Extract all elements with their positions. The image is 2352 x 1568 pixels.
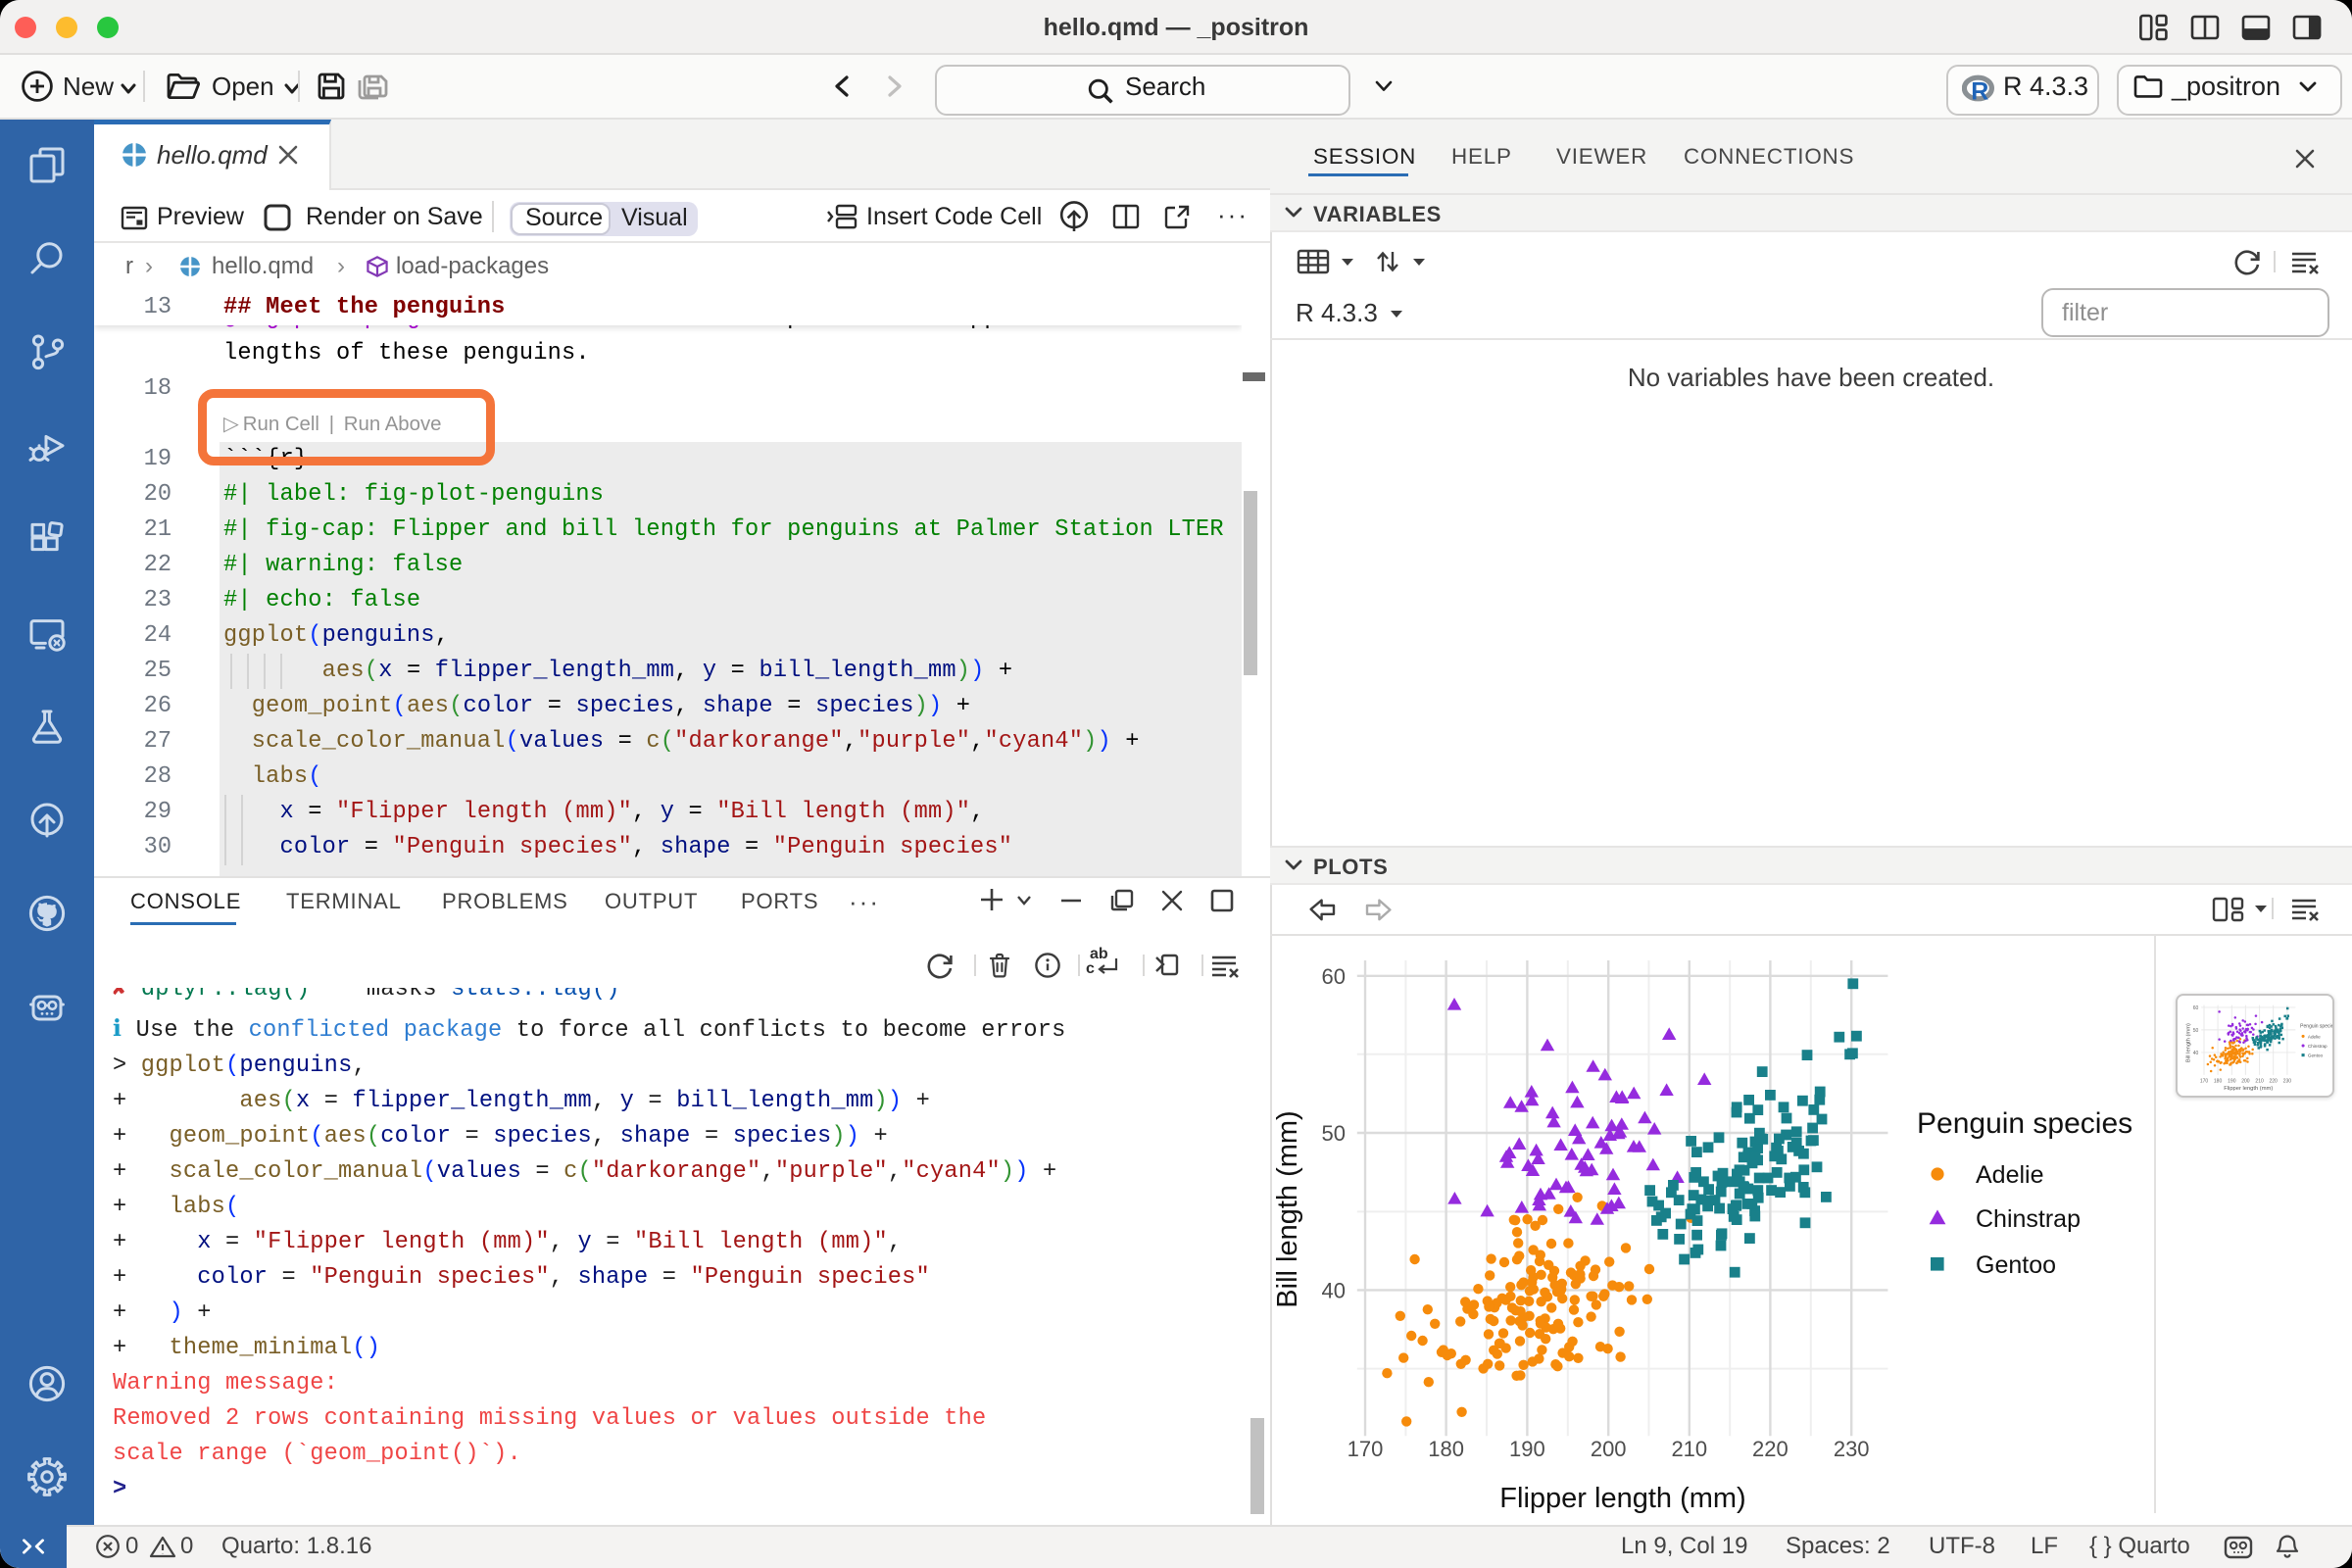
svg-text:Penguin species: Penguin species (1917, 1107, 2132, 1140)
svg-text:Gentoo: Gentoo (1976, 1251, 2056, 1279)
svg-text:50: 50 (2193, 1028, 2199, 1034)
svg-text:180: 180 (1428, 1437, 1464, 1461)
svg-text:Gentoo: Gentoo (2308, 1054, 2324, 1058)
svg-text:40: 40 (2193, 1051, 2199, 1056)
svg-text:230: 230 (2283, 1079, 2292, 1085)
svg-text:230: 230 (1834, 1437, 1870, 1461)
svg-text:200: 200 (1591, 1437, 1627, 1461)
svg-text:Penguin species: Penguin species (2300, 1024, 2334, 1030)
svg-text:Chinstrap: Chinstrap (1976, 1205, 2081, 1233)
svg-text:Adelie: Adelie (2308, 1034, 2321, 1039)
svg-text:210: 210 (1671, 1437, 1707, 1461)
svg-text:R: R (1971, 78, 1988, 104)
svg-text:Chinstrap: Chinstrap (2308, 1044, 2328, 1049)
svg-text:60: 60 (2193, 1005, 2199, 1011)
svg-text:180: 180 (2214, 1079, 2223, 1085)
svg-text:220: 220 (2269, 1079, 2278, 1085)
svg-text:Flipper length (mm): Flipper length (mm) (2224, 1086, 2273, 1092)
svg-text:40: 40 (1322, 1278, 1346, 1302)
svg-text:210: 210 (2255, 1079, 2264, 1085)
svg-text:Flipper length (mm): Flipper length (mm) (1499, 1483, 1745, 1513)
svg-text:220: 220 (1752, 1437, 1788, 1461)
svg-text:50: 50 (1322, 1121, 1346, 1146)
svg-text:170: 170 (2200, 1079, 2209, 1085)
svg-text:60: 60 (1322, 964, 1346, 989)
svg-text:190: 190 (2228, 1079, 2236, 1085)
svg-text:Bill length (mm): Bill length (mm) (2186, 1023, 2192, 1062)
svg-text:170: 170 (1348, 1437, 1384, 1461)
svg-text:190: 190 (1509, 1437, 1545, 1461)
svg-text:Adelie: Adelie (1976, 1161, 2044, 1189)
svg-text:200: 200 (2241, 1079, 2250, 1085)
svg-text:Bill length (mm): Bill length (mm) (1272, 1110, 1303, 1307)
